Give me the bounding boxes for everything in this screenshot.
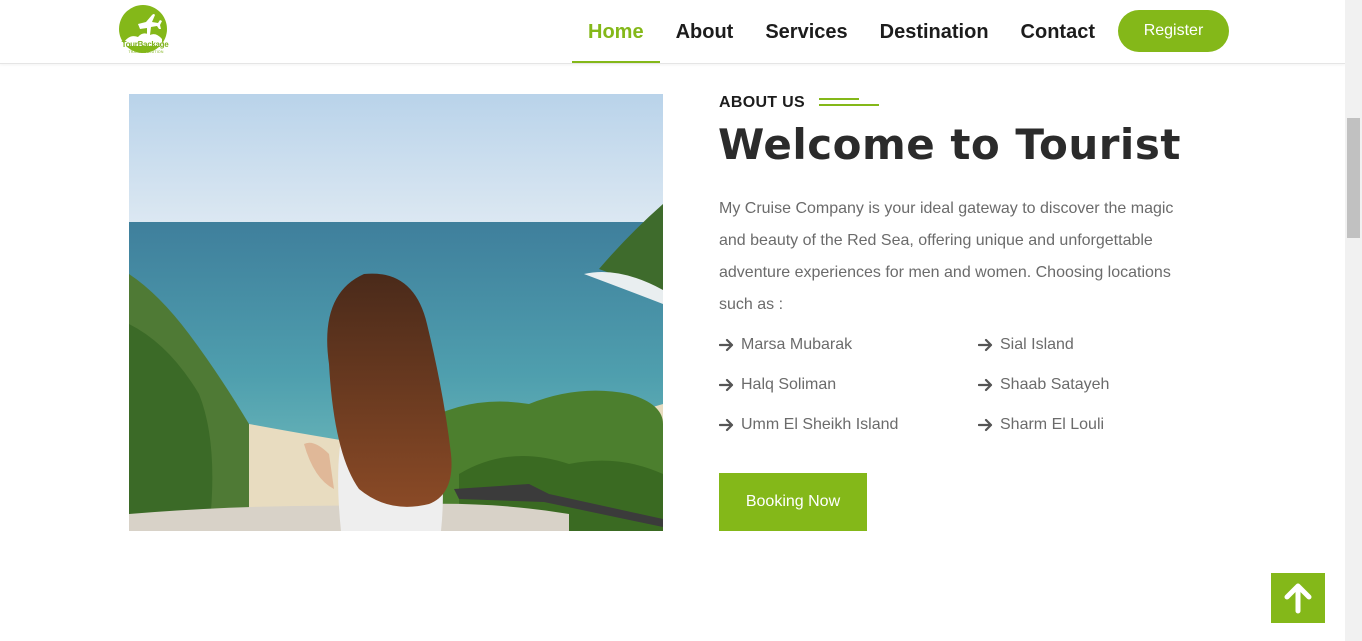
location-item: Shaab Satayeh: [978, 373, 1199, 397]
about-description: My Cruise Company is your ideal gateway …: [719, 200, 1174, 313]
location-label: Shaab Satayeh: [1000, 376, 1110, 393]
location-label: Sial Island: [1000, 336, 1074, 353]
page-scrollbar[interactable]: [1345, 0, 1362, 641]
location-label: Umm El Sheikh Island: [741, 416, 899, 433]
location-item: Sial Island: [978, 333, 1199, 357]
nav-item-about[interactable]: About: [660, 0, 750, 64]
about-title: Welcome to Tourist: [718, 120, 1181, 169]
arrow-right-icon: [978, 418, 993, 432]
about-photo: [129, 94, 663, 531]
about-label-underline: [819, 104, 879, 106]
location-label: Sharm El Louli: [1000, 416, 1105, 433]
nav-item-contact[interactable]: Contact: [1005, 0, 1111, 64]
arrow-right-icon: [978, 378, 993, 392]
location-label: Marsa Mubarak: [741, 336, 853, 353]
logo-tagline: TRAVEL SOLUTION: [128, 50, 164, 54]
site-header: TourBackage TRAVEL SOLUTION Home About S…: [0, 0, 1345, 64]
location-item: Halq Soliman: [719, 373, 978, 397]
main-nav: Home About Services Destination Contact: [572, 0, 1111, 64]
arrow-right-icon: [978, 338, 993, 352]
nav-item-destination[interactable]: Destination: [864, 0, 1005, 64]
location-item: Umm El Sheikh Island: [719, 413, 978, 437]
logo-wordmark: TourBackage: [121, 40, 169, 49]
back-to-top-button[interactable]: [1271, 573, 1325, 623]
arrow-up-icon: [1284, 583, 1312, 614]
booking-now-button[interactable]: Booking Now: [719, 473, 867, 531]
nav-item-services[interactable]: Services: [749, 0, 863, 64]
register-button[interactable]: Register: [1118, 10, 1229, 52]
nav-item-home[interactable]: Home: [572, 0, 660, 64]
location-item: Marsa Mubarak: [719, 333, 978, 357]
about-label-underline: [819, 98, 859, 100]
arrow-right-icon: [719, 338, 734, 352]
arrow-right-icon: [719, 418, 734, 432]
arrow-right-icon: [719, 378, 734, 392]
location-item: Sharm El Louli: [978, 413, 1199, 437]
scrollbar-thumb[interactable]: [1347, 118, 1360, 238]
locations-list: Marsa Mubarak Sial Island Halq Soliman S…: [719, 333, 1199, 437]
about-label: ABOUT US: [719, 94, 805, 111]
location-label: Halq Soliman: [741, 376, 837, 393]
